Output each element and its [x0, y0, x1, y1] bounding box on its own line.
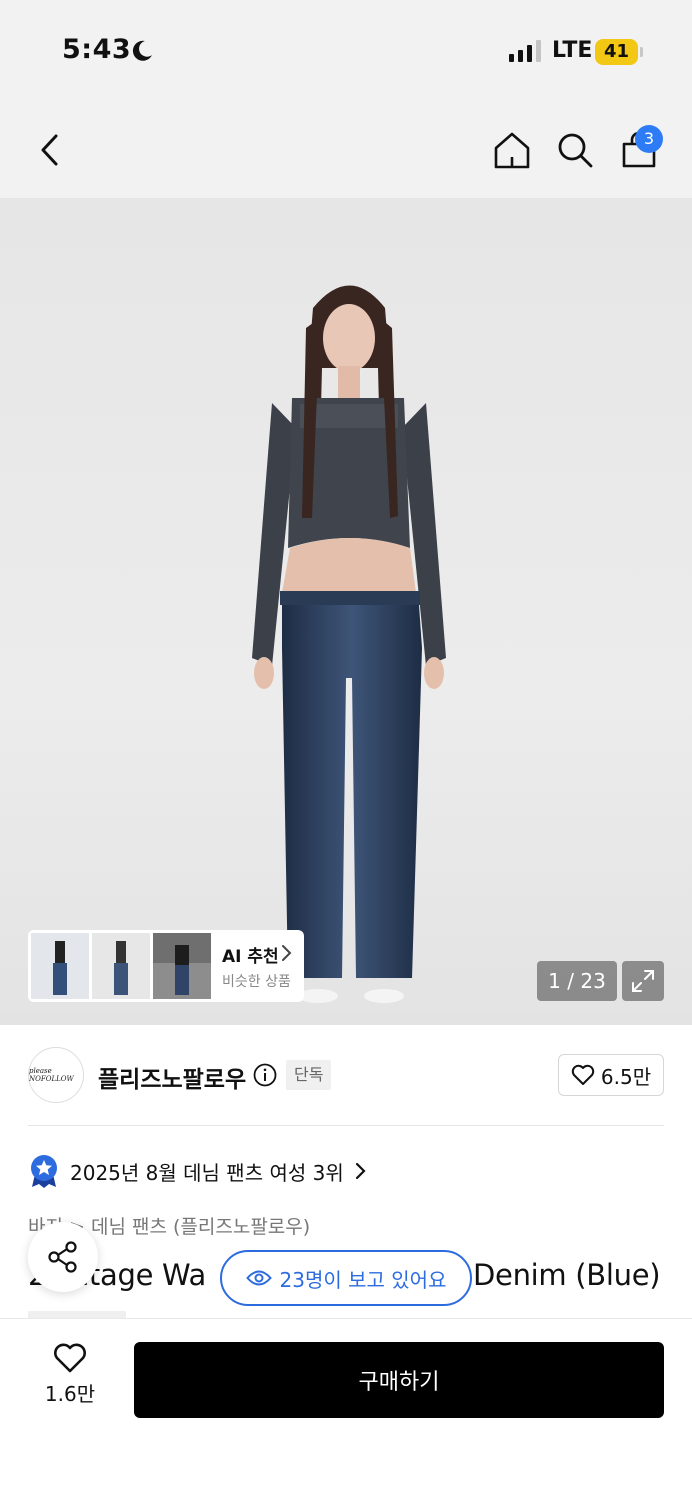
info-icon[interactable]: [253, 1063, 277, 1087]
battery-indicator: 41: [595, 39, 638, 65]
chevron-right-icon: [282, 945, 292, 961]
brand-like-count: 6.5만: [600, 1064, 652, 1089]
product-image-gallery[interactable]: [0, 198, 692, 1025]
heart-icon: [571, 1064, 595, 1085]
ai-recommendation-card[interactable]: AI 추천 비슷한 상품: [28, 930, 304, 1002]
brand-logo-text: please NOFOLLOW: [29, 1067, 74, 1083]
exclusive-badge: 단독: [286, 1060, 332, 1090]
network-label: LTE: [552, 38, 593, 63]
home-icon: [494, 132, 530, 169]
brand-name[interactable]: 플리즈노팔로우: [98, 1060, 246, 1094]
divider: [28, 1125, 664, 1126]
search-icon: [558, 133, 593, 168]
breadcrumb-subcategory[interactable]: 데님 팬츠 (플리즈노팔로우): [91, 1216, 310, 1238]
ranking-badge-icon: [31, 1155, 57, 1188]
buy-button[interactable]: 구매하기: [134, 1342, 664, 1418]
ai-reco-thumbnail: [92, 933, 150, 999]
ai-reco-subtitle: 비슷한 상품: [222, 973, 291, 990]
image-counter: 1 / 23: [537, 961, 617, 1001]
brand-like-button[interactable]: 6.5만: [558, 1054, 664, 1096]
product-photo: [252, 285, 446, 1003]
product-title-end: Denim (Blue): [473, 1258, 661, 1292]
chevron-right-icon: [355, 1162, 366, 1180]
ranking-text: 2025년 8월 데님 팬츠 여성 3위: [70, 1160, 344, 1185]
expand-icon: [632, 970, 654, 992]
share-button[interactable]: [28, 1222, 98, 1292]
signal-icon: [509, 40, 541, 62]
viewers-text: 23명이 보고 있어요: [279, 1267, 447, 1292]
back-button[interactable]: [28, 128, 72, 172]
wishlist-count: 1.6만: [44, 1382, 96, 1406]
wishlist-button[interactable]: 1.6만: [30, 1342, 110, 1418]
fullscreen-button[interactable]: [622, 961, 664, 1001]
brand-logo[interactable]: please NOFOLLOW: [28, 1047, 84, 1103]
nav-bar: [0, 100, 692, 198]
status-bar: 5:43 LTE 41: [0, 0, 692, 100]
ai-reco-thumbnail: [153, 933, 211, 999]
status-time: 5:43: [62, 34, 132, 65]
eye-icon: [245, 1270, 272, 1286]
home-button[interactable]: [490, 128, 534, 172]
heart-icon: [54, 1343, 86, 1373]
battery-tip: [640, 47, 643, 57]
back-icon: [41, 134, 58, 166]
share-icon: [48, 1241, 77, 1273]
viewers-indicator: 23명이 보고 있어요: [220, 1250, 472, 1306]
ranking-link[interactable]: 2025년 8월 데님 팬츠 여성 3위: [28, 1153, 366, 1189]
cart-count-badge: 3: [635, 125, 663, 153]
ai-reco-thumbnail: [31, 933, 89, 999]
moon-icon: [132, 40, 152, 61]
search-button[interactable]: [553, 128, 597, 172]
